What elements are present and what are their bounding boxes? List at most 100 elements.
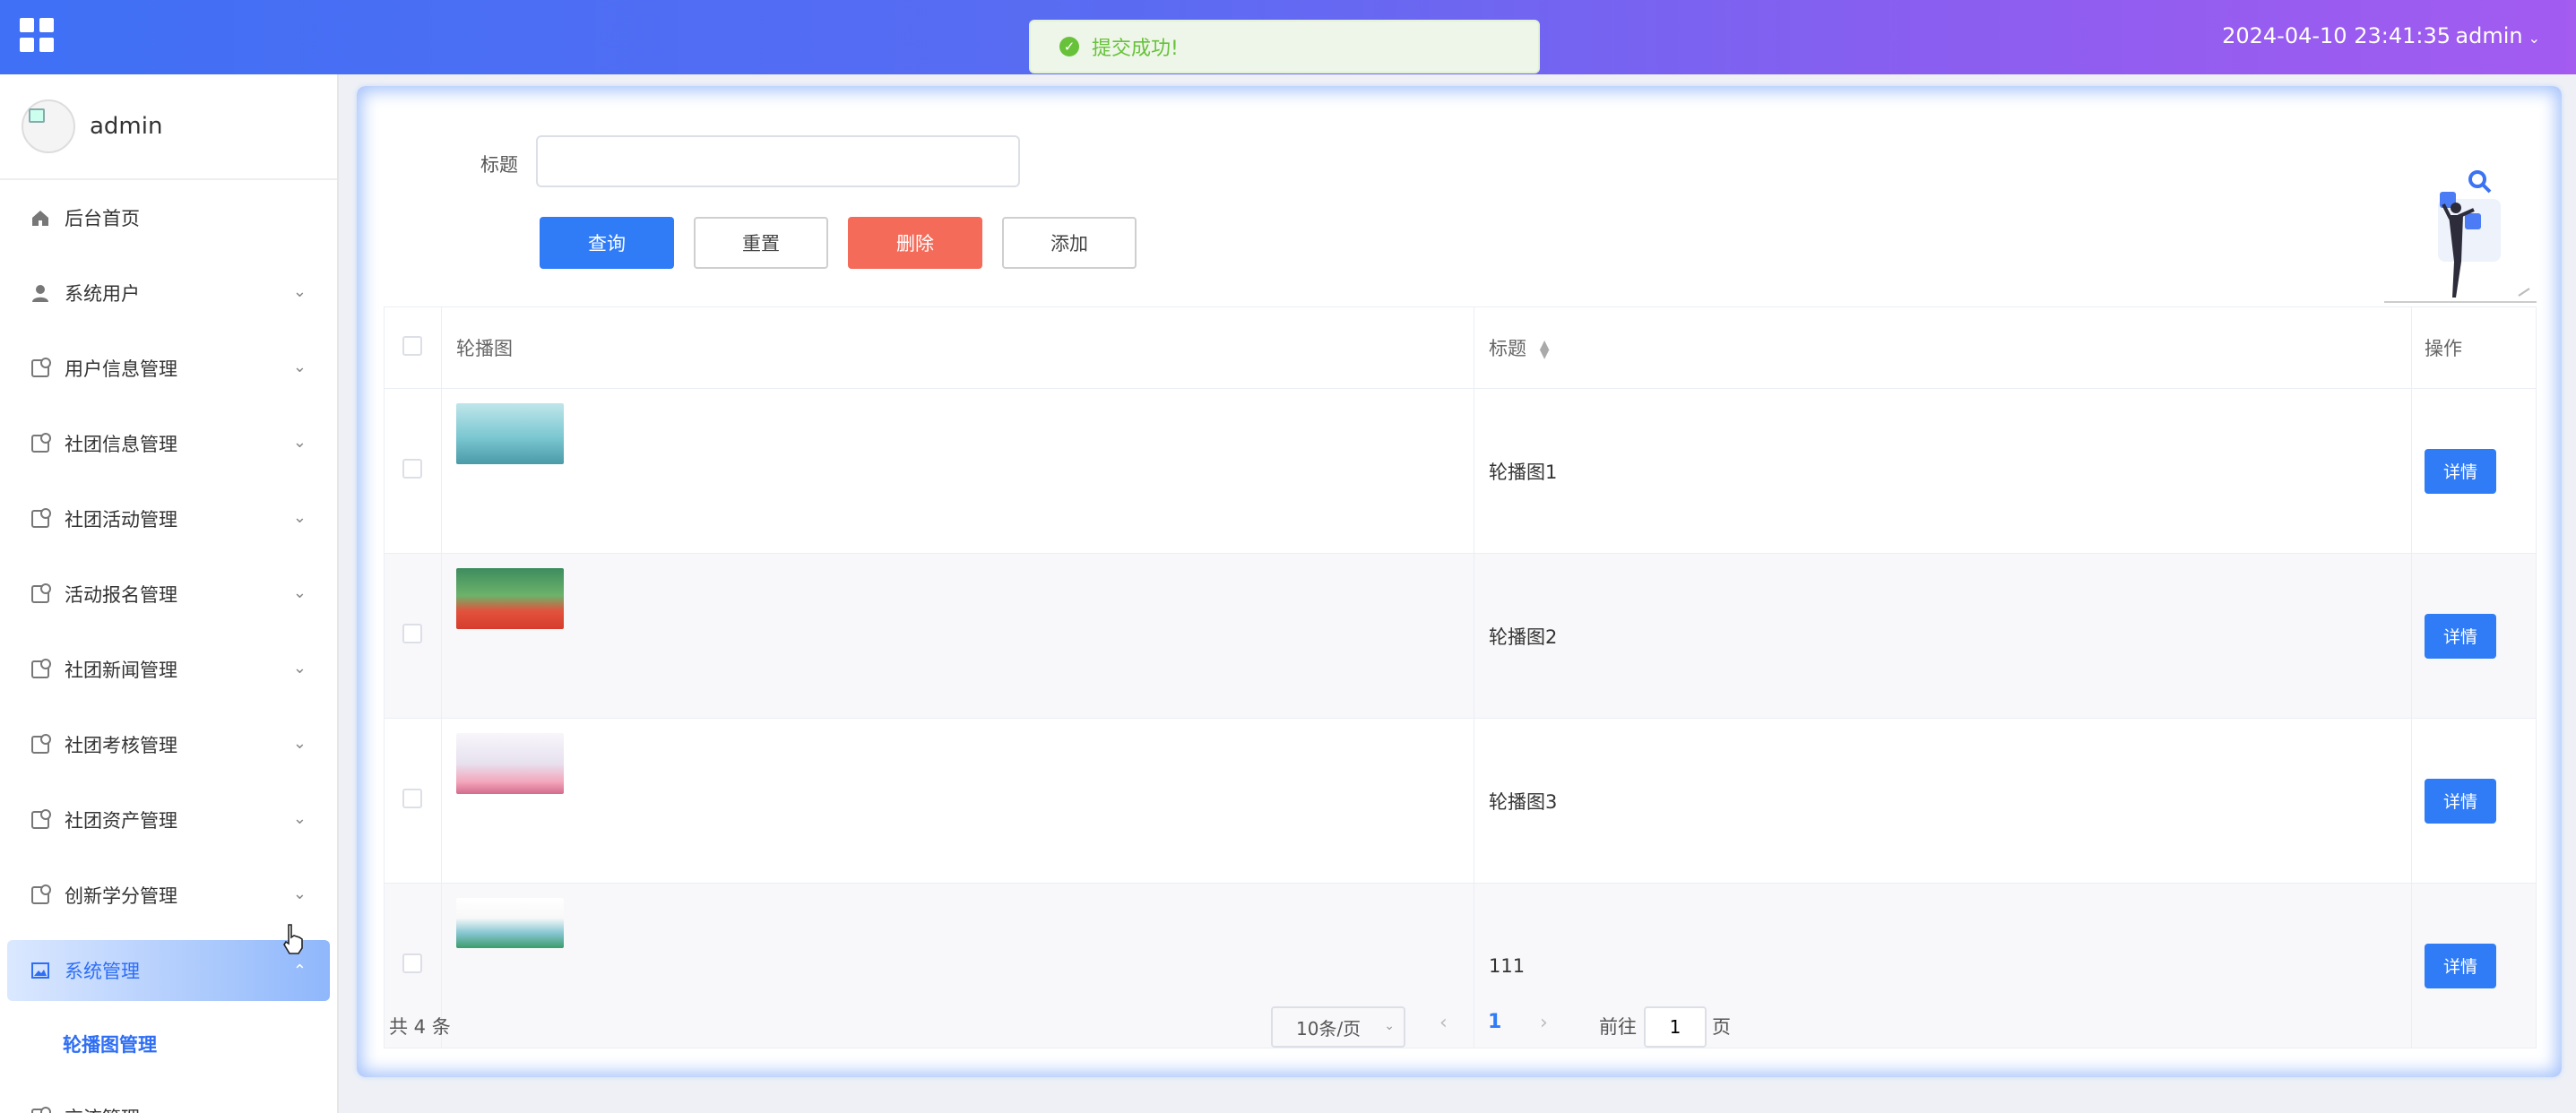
- sidebar-profile: admin: [0, 74, 337, 180]
- sidebar-item-innovation-credits[interactable]: 创新学分管理 ⌄: [0, 858, 337, 933]
- column-header-image: 轮播图: [441, 306, 1474, 389]
- sidebar-item-communication[interactable]: 交流管理 ⌄: [0, 1080, 337, 1113]
- main-panel: 标题 查询 重置 删除 添加 轮播图 标题 ▲ ▼ 操作 轮播图1 详情 轮播图…: [357, 86, 2562, 1077]
- sidebar-item-label: 系统用户: [65, 283, 140, 305]
- table-row: 轮播图2 详情: [384, 553, 2537, 719]
- column-header-title-label: 标题: [1489, 338, 1526, 359]
- sidebar-item-club-activity[interactable]: 社团活动管理 ⌄: [0, 481, 337, 556]
- sidebar-item-label: 社团资产管理: [65, 810, 177, 832]
- folder-icon: [29, 658, 52, 681]
- success-toast: ✓ 提交成功!: [1029, 20, 1540, 73]
- sort-icon[interactable]: ▲ ▼: [1540, 339, 1550, 360]
- sidebar-username: admin: [90, 113, 163, 140]
- prev-page-icon[interactable]: ‹: [1439, 1012, 1448, 1034]
- row-checkbox[interactable]: [402, 624, 422, 643]
- title-search-input[interactable]: [536, 135, 1020, 187]
- chevron-down-icon: ⌄: [292, 659, 307, 677]
- table-row: 111 详情: [384, 883, 2537, 1048]
- sidebar: admin 后台首页 系统用户 ⌄ 用户信息管理 ⌄ 社团信息管理 ⌄ 社团活动…: [0, 74, 339, 1113]
- goto-suffix: 页: [1712, 1016, 1731, 1038]
- total-count: 共 4 条: [389, 1016, 451, 1038]
- action-cell: 详情: [2411, 388, 2537, 554]
- home-icon: [29, 206, 52, 229]
- sidebar-item-label: 交流管理: [65, 1104, 140, 1113]
- row-checkbox[interactable]: [402, 789, 422, 808]
- sidebar-item-club-assessment[interactable]: 社团考核管理 ⌄: [0, 707, 337, 782]
- detail-button[interactable]: 详情: [2425, 943, 2496, 988]
- carousel-thumbnail[interactable]: [456, 898, 564, 948]
- search-label: 标题: [480, 154, 518, 176]
- chevron-down-icon: ⌄: [292, 433, 307, 452]
- grid-menu-icon[interactable]: [20, 18, 54, 52]
- table-header-row: 轮播图 标题 ▲ ▼ 操作: [384, 306, 2537, 389]
- chevron-down-icon: ⌄: [293, 1107, 307, 1113]
- row-select-cell: [384, 388, 442, 554]
- sidebar-item-label: 后台首页: [65, 208, 140, 229]
- title-cell: 轮播图3: [1474, 718, 2412, 884]
- page-size-select[interactable]: 10条/页 ⌄: [1271, 1006, 1405, 1048]
- detail-button[interactable]: 详情: [2425, 613, 2496, 659]
- user-menu[interactable]: admin ⌄: [2455, 23, 2540, 48]
- sidebar-item-club-info[interactable]: 社团信息管理 ⌄: [0, 406, 337, 481]
- check-circle-icon: ✓: [1059, 37, 1079, 56]
- action-cell: 详情: [2411, 883, 2537, 1048]
- image-cell: [441, 553, 1474, 719]
- select-all-checkbox[interactable]: [402, 335, 422, 356]
- submenu-item-carousel[interactable]: 轮播图管理: [0, 1008, 337, 1080]
- row-checkbox[interactable]: [402, 953, 422, 973]
- detail-button[interactable]: 详情: [2425, 448, 2496, 494]
- current-datetime: 2024-04-10 23:41:35: [2222, 23, 2451, 48]
- image-cell: [441, 718, 1474, 884]
- folder-icon: [29, 582, 52, 606]
- sidebar-item-label: 用户信息管理: [65, 358, 177, 380]
- row-select-cell: [384, 718, 442, 884]
- title-cell: 轮播图1: [1474, 388, 2412, 554]
- sidebar-item-dashboard[interactable]: 后台首页: [0, 180, 337, 255]
- folder-icon: [29, 507, 52, 531]
- picture-icon: [29, 959, 52, 982]
- carousel-thumbnail[interactable]: [456, 568, 564, 629]
- chevron-down-icon: ⌄: [292, 358, 307, 376]
- sidebar-item-label: 社团新闻管理: [65, 660, 177, 681]
- table-row: 轮播图1 详情: [384, 388, 2537, 554]
- sidebar-item-label: 社团信息管理: [65, 434, 177, 455]
- sidebar-item-label: 活动报名管理: [65, 584, 177, 606]
- sidebar-item-club-news[interactable]: 社团新闻管理 ⌄: [0, 632, 337, 707]
- sidebar-item-activity-signup[interactable]: 活动报名管理 ⌄: [0, 556, 337, 632]
- sidebar-item-system-users[interactable]: 系统用户 ⌄: [0, 255, 337, 331]
- chevron-down-icon: ⌄: [292, 282, 307, 301]
- query-button[interactable]: 查询: [540, 217, 674, 269]
- add-button[interactable]: 添加: [1002, 217, 1137, 269]
- column-header-title[interactable]: 标题 ▲ ▼: [1474, 306, 2412, 389]
- sidebar-item-label: 系统管理: [65, 961, 140, 982]
- carousel-thumbnail[interactable]: [456, 403, 564, 464]
- folder-icon: [29, 808, 52, 832]
- current-page[interactable]: 1: [1488, 1011, 1501, 1033]
- folder-icon: [29, 432, 52, 455]
- chevron-down-icon: ⌄: [292, 583, 307, 602]
- sidebar-item-label: 社团考核管理: [65, 735, 177, 756]
- sidebar-item-club-assets[interactable]: 社团资产管理 ⌄: [0, 782, 337, 858]
- chevron-down-icon: ⌄: [292, 809, 307, 828]
- column-header-op: 操作: [2411, 306, 2537, 389]
- sidebar-item-user-info[interactable]: 用户信息管理 ⌄: [0, 331, 337, 406]
- folder-icon: [29, 1106, 52, 1113]
- goto-page-input[interactable]: [1644, 1006, 1707, 1048]
- delete-button[interactable]: 删除: [848, 217, 982, 269]
- goto-label: 前往: [1599, 1016, 1637, 1038]
- avatar: [22, 99, 75, 153]
- hand-cursor-icon: [283, 924, 303, 954]
- user-menu-label: admin: [2455, 23, 2523, 48]
- row-checkbox[interactable]: [402, 459, 422, 479]
- chevron-up-icon: ⌃: [292, 962, 307, 980]
- carousel-thumbnail[interactable]: [456, 733, 564, 794]
- carousel-table: 轮播图 标题 ▲ ▼ 操作 轮播图1 详情 轮播图2 详情 轮播图3 详情 11…: [384, 306, 2537, 1048]
- user-icon: [29, 281, 52, 305]
- reset-button[interactable]: 重置: [694, 217, 828, 269]
- folder-icon: [29, 733, 52, 756]
- sidebar-item-label: 社团活动管理: [65, 509, 177, 531]
- next-page-icon[interactable]: ›: [1540, 1012, 1548, 1034]
- detail-button[interactable]: 详情: [2425, 778, 2496, 824]
- toast-message: 提交成功!: [1092, 38, 1179, 60]
- folder-icon: [29, 884, 52, 907]
